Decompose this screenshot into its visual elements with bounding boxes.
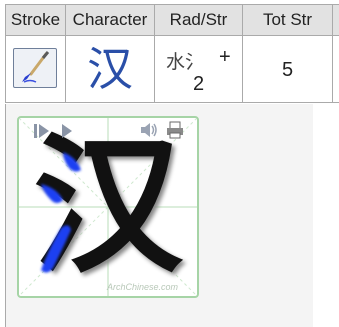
header-tot-str: Tot Str xyxy=(242,4,333,36)
play-button[interactable] xyxy=(59,122,75,140)
total-strokes-cell: 5 xyxy=(242,35,333,103)
extra-cell xyxy=(332,35,339,103)
brush-icon xyxy=(22,51,50,83)
sound-button[interactable] xyxy=(139,120,159,140)
header-extra xyxy=(332,4,339,36)
stroke-order-animation: 汉 ArchChinese.com xyxy=(17,116,199,298)
header-rad-str: Rad/Str xyxy=(154,4,243,36)
radical-plus: + xyxy=(219,46,231,68)
radical-stroke-count: 2 xyxy=(193,73,205,95)
stroke-cell xyxy=(5,35,66,103)
total-stroke-count: 5 xyxy=(281,59,294,81)
radical-glyph: 水氵 xyxy=(166,51,205,73)
printer-icon xyxy=(167,121,183,139)
step-forward-icon xyxy=(34,124,49,138)
rad-str-cell: 水氵 + 2 xyxy=(154,35,243,103)
stroke-animation-button[interactable] xyxy=(13,48,57,88)
watermark: ArchChinese.com xyxy=(107,282,179,292)
speaker-icon xyxy=(141,123,157,137)
play-icon xyxy=(62,124,72,138)
highlighted-radical-strokes xyxy=(41,152,81,273)
header-stroke: Stroke xyxy=(5,4,66,36)
step-forward-button[interactable] xyxy=(33,122,53,140)
character-cell: 汉 xyxy=(65,35,155,103)
header-character: Character xyxy=(65,4,155,36)
print-button[interactable] xyxy=(165,120,185,140)
character-glyph: 汉 xyxy=(87,42,133,96)
